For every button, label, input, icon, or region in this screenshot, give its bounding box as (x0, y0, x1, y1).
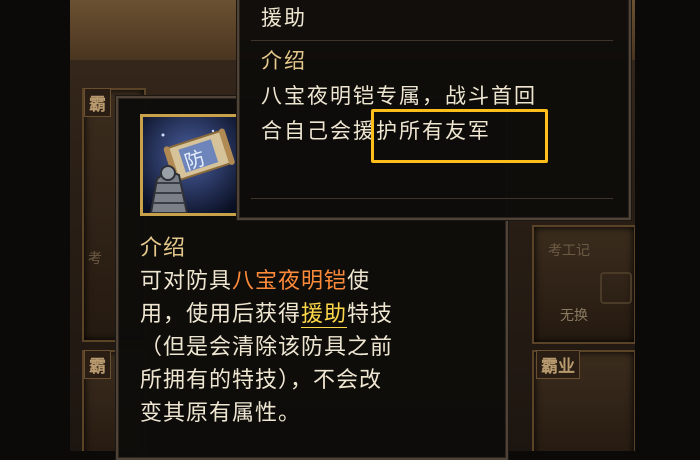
equipment-label-right: 霸业 (536, 350, 580, 379)
item-desc-text: 特技 (347, 302, 394, 327)
item-desc-line-1: 可对防具八宝夜明铠使 (140, 265, 490, 298)
item-desc-line-4: 所拥有的特技），不会改 (140, 368, 383, 393)
armor-name-link[interactable]: 八宝夜明铠 (232, 269, 347, 294)
faint-card-text-right-bottom: 无换 (560, 308, 588, 324)
item-desc-text: 使 (347, 269, 371, 294)
shield-icon (600, 272, 632, 304)
faint-card-text-left: 考 (88, 251, 102, 267)
item-desc-text: 用，使用后获得 (140, 302, 302, 327)
skill-name-link[interactable]: 援助 (301, 302, 348, 328)
divider (251, 40, 613, 41)
equipment-label-bottom: 霸 (84, 350, 111, 379)
skill-intro-heading: 介绍 (261, 49, 307, 73)
item-intro-heading: 介绍 (140, 236, 187, 261)
equipment-label-top: 霸 (84, 88, 111, 117)
item-icon-frame: 防 (140, 114, 240, 216)
item-description: 介绍 可对防具八宝夜明铠使 用，使用后获得援助特技 （但是会清除该防具之前 所拥… (140, 232, 490, 430)
item-desc-line-5: 变其原有属性。 (140, 401, 302, 426)
skill-title: 援助 (261, 6, 307, 30)
highlight-box (371, 109, 548, 163)
defense-scroll-armor-icon: 防 (143, 117, 237, 213)
item-desc-line-3: （但是会清除该防具之前 (140, 335, 394, 360)
divider (251, 198, 613, 199)
item-desc-line-2: 用，使用后获得援助特技 (140, 298, 490, 331)
faint-card-text-right: 考工记 (548, 243, 590, 259)
item-desc-text: 可对防具 (140, 269, 233, 294)
